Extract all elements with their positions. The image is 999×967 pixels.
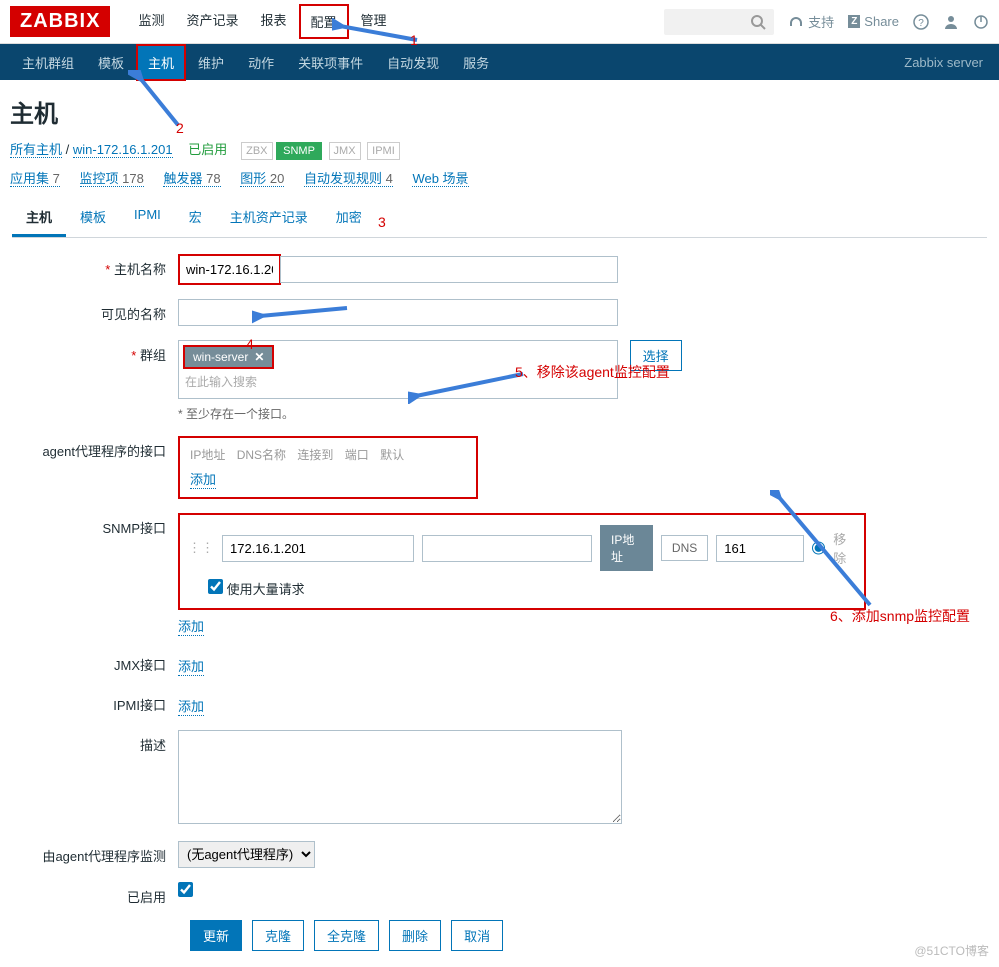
tab-host[interactable]: 主机 [12, 199, 66, 237]
group-hint: * 至少存在一个接口。 [178, 405, 985, 422]
share-link[interactable]: Z Share [848, 14, 899, 29]
agent-if-label: agent代理程序的接口 [14, 436, 178, 460]
form-buttons: 更新 克隆 全克隆 删除 取消 [190, 920, 985, 951]
badge-jmx: JMX [329, 142, 361, 160]
nav-reports[interactable]: 报表 [250, 4, 296, 39]
snmp-connect-dns[interactable]: DNS [661, 535, 708, 561]
badge-zbx: ZBX [241, 142, 272, 160]
snmp-default-radio[interactable] [812, 541, 825, 555]
tab-inventory[interactable]: 主机资产记录 [216, 199, 322, 237]
server-name: Zabbix server [904, 55, 989, 70]
watermark: @51CTO博客 [914, 942, 989, 959]
snmp-bulk-label[interactable]: 使用大量请求 [208, 582, 305, 597]
headset-icon [788, 14, 804, 30]
hostname-label: * 主机名称 [14, 254, 178, 278]
power-icon[interactable] [973, 14, 989, 30]
snmp-if-label: SNMP接口 [14, 513, 178, 537]
page-title: 主机 [0, 80, 999, 139]
cancel-button[interactable]: 取消 [451, 920, 503, 951]
link-graphs[interactable]: 图形 20 [240, 171, 284, 187]
agent-add-link[interactable]: 添加 [190, 469, 216, 489]
logo: ZABBIX [10, 6, 110, 37]
snmp-connect-ip[interactable]: IP地址 [600, 525, 653, 571]
group-chip-winserver[interactable]: win-server✕ [183, 345, 274, 369]
chip-remove-icon[interactable]: ✕ [254, 350, 264, 364]
status-enabled: 已启用 [188, 142, 227, 157]
clone-button[interactable]: 克隆 [252, 920, 304, 951]
jmx-if-label: JMX接口 [14, 650, 178, 674]
tab-macros[interactable]: 宏 [175, 199, 216, 237]
snmp-bulk-checkbox[interactable] [208, 579, 223, 594]
group-label: * 群组 [14, 340, 178, 364]
search-icon [750, 14, 766, 30]
tab-encryption[interactable]: 加密 [322, 199, 376, 237]
agent-headers: IP地址 DNS名称 连接到 端口 默认 [190, 446, 466, 463]
tab-templates[interactable]: 模板 [66, 199, 120, 237]
link-items[interactable]: 监控项 178 [80, 171, 144, 187]
z-icon: Z [848, 15, 860, 28]
tab-ipmi[interactable]: IPMI [120, 199, 175, 237]
agent-interface-box: IP地址 DNS名称 连接到 端口 默认 添加 [178, 436, 478, 499]
snmp-dns-input[interactable] [422, 535, 592, 562]
update-button[interactable]: 更新 [190, 920, 242, 951]
host-form: * 主机名称 可见的名称 * 群组 win-server✕ 在此输入搜索 选择 … [0, 238, 999, 967]
svg-text:?: ? [918, 18, 924, 29]
breadcrumb-all-hosts[interactable]: 所有主机 [10, 142, 62, 158]
nav-monitor[interactable]: 监测 [128, 4, 174, 39]
delete-button[interactable]: 删除 [389, 920, 441, 951]
subnav-services[interactable]: 服务 [451, 44, 501, 81]
nav-config[interactable]: 配置 [299, 4, 349, 39]
help-icon[interactable]: ? [913, 14, 929, 30]
description-textarea[interactable] [178, 730, 622, 824]
group-multiselect[interactable]: win-server✕ 在此输入搜索 [178, 340, 618, 399]
enabled-label: 已启用 [14, 882, 178, 906]
snmp-add-link[interactable]: 添加 [178, 616, 204, 636]
subnav-maintenance[interactable]: 维护 [186, 44, 236, 81]
subnav-hosts[interactable]: 主机 [136, 44, 186, 81]
snmp-remove-link[interactable]: 移除 [833, 529, 856, 567]
user-icon[interactable] [943, 14, 959, 30]
monitored-by-select[interactable]: (无agent代理程序) [178, 841, 315, 868]
hostname-input[interactable] [182, 258, 277, 281]
ipmi-add-link[interactable]: 添加 [178, 696, 204, 716]
breadcrumb-host[interactable]: win-172.16.1.201 [73, 142, 173, 158]
nav-inventory[interactable]: 资产记录 [176, 4, 248, 39]
subnav-correlation[interactable]: 关联项事件 [286, 44, 375, 81]
subnav-templates[interactable]: 模板 [86, 44, 136, 81]
hostname-input-ext[interactable] [280, 256, 618, 283]
link-triggers[interactable]: 触发器 78 [163, 171, 220, 187]
visible-name-input[interactable] [178, 299, 618, 326]
link-web[interactable]: Web 场景 [412, 171, 468, 187]
breadcrumb: 所有主机 / win-172.16.1.201 已启用 ZBX SNMP JMX… [0, 139, 999, 164]
form-tabs: 主机 模板 IPMI 宏 主机资产记录 加密 [12, 199, 987, 238]
full-clone-button[interactable]: 全克隆 [314, 920, 379, 951]
desc-label: 描述 [14, 730, 178, 754]
subnav-discovery[interactable]: 自动发现 [375, 44, 451, 81]
group-select-button[interactable]: 选择 [630, 340, 682, 371]
top-bar: ZABBIX 监测 资产记录 报表 配置 管理 支持 Z Share ? [0, 0, 999, 44]
link-apps[interactable]: 应用集 7 [10, 171, 60, 187]
jmx-add-link[interactable]: 添加 [178, 656, 204, 676]
ipmi-if-label: IPMI接口 [14, 690, 178, 714]
snmp-port-input[interactable] [716, 535, 804, 562]
enabled-checkbox[interactable] [178, 882, 193, 897]
link-discovery[interactable]: 自动发现规则 4 [304, 171, 393, 187]
group-search-placeholder[interactable]: 在此输入搜索 [183, 369, 613, 394]
snmp-ip-input[interactable] [222, 535, 414, 562]
snmp-interface-panel: ⋮⋮ IP地址 DNS 移除 使用大量请求 [178, 513, 866, 610]
second-nav: 主机群组 模板 主机 维护 动作 关联项事件 自动发现 服务 Zabbix se… [0, 44, 999, 80]
drag-handle-icon[interactable]: ⋮⋮ [188, 540, 214, 556]
counts-row: 应用集 7 监控项 178 触发器 78 图形 20 自动发现规则 4 Web … [0, 164, 999, 199]
monitored-by-label: 由agent代理程序监测 [14, 841, 178, 865]
subnav-hostgroups[interactable]: 主机群组 [10, 44, 86, 81]
top-right: 支持 Z Share ? [664, 9, 989, 35]
visible-label: 可见的名称 [14, 299, 178, 323]
support-link[interactable]: 支持 [788, 12, 834, 31]
badge-ipmi: IPMI [367, 142, 400, 160]
nav-admin[interactable]: 管理 [351, 4, 397, 39]
global-search[interactable] [664, 9, 774, 35]
subnav-actions[interactable]: 动作 [236, 44, 286, 81]
badge-snmp: SNMP [276, 142, 322, 160]
top-nav: 监测 资产记录 报表 配置 管理 [128, 4, 396, 39]
